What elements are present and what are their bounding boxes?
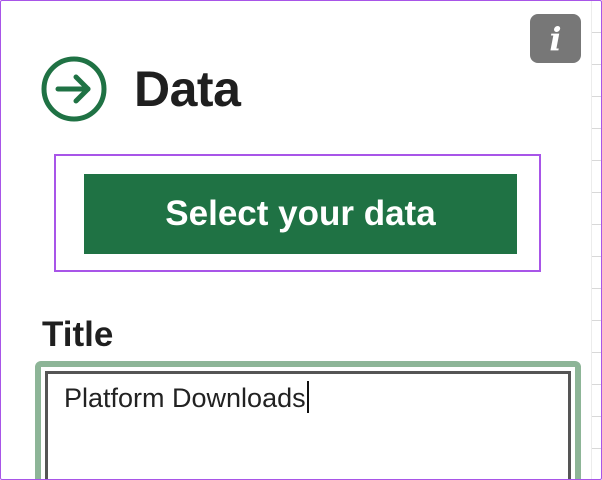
- title-field-label: Title: [42, 315, 114, 354]
- title-input[interactable]: Platform Downloads: [45, 371, 571, 479]
- arrow-right-circle-icon: [41, 56, 107, 122]
- section-header: Data: [41, 56, 241, 122]
- select-data-button[interactable]: Select your data: [84, 174, 517, 254]
- text-caret: [306, 381, 309, 413]
- title-input-value: Platform Downloads: [64, 383, 306, 413]
- panel-frame: i Data Select your data Title Platform D…: [0, 0, 602, 480]
- info-icon: i: [549, 19, 562, 58]
- info-button[interactable]: i: [530, 14, 581, 63]
- title-field-focus-ring: Platform Downloads: [35, 361, 581, 479]
- section-title: Data: [134, 61, 241, 117]
- edge-ruler: [591, 1, 601, 479]
- select-data-highlight: Select your data: [54, 154, 541, 272]
